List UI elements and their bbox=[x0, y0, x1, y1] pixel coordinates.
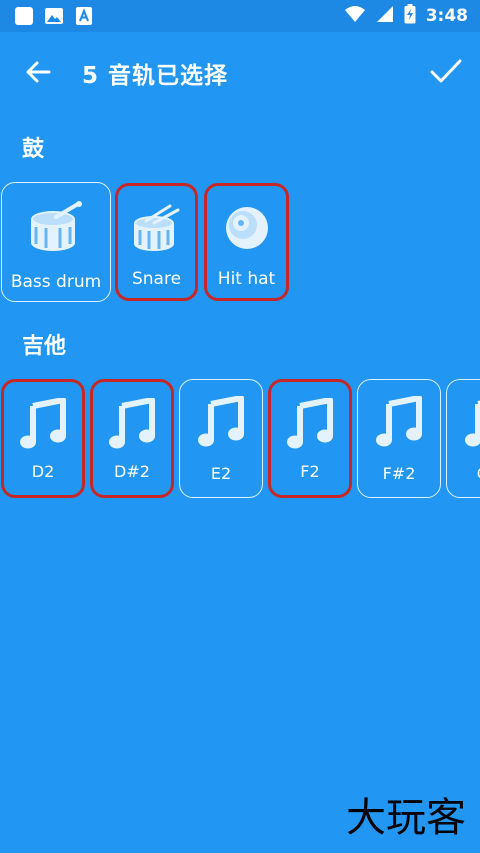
track-card-d2[interactable]: D2 bbox=[1, 379, 85, 498]
track-label: Hit hat bbox=[217, 269, 276, 289]
brand-watermark: 大玩客 bbox=[346, 795, 466, 841]
track-card-f-sharp-2[interactable]: F#2 bbox=[357, 379, 441, 498]
signal-icon bbox=[376, 5, 394, 27]
track-label: G2 bbox=[447, 464, 480, 483]
battery-charging-icon bbox=[404, 4, 416, 28]
system-icons: 3:48 bbox=[344, 4, 468, 28]
track-card-d-sharp-2[interactable]: D#2 bbox=[90, 379, 174, 498]
music-note-icon bbox=[465, 400, 480, 447]
app-bar: 5 音轨已选择 bbox=[0, 32, 480, 108]
track-label: E2 bbox=[210, 464, 232, 483]
music-note-icon bbox=[376, 396, 422, 447]
track-label: Bass drum bbox=[10, 272, 102, 292]
snare-icon bbox=[133, 204, 179, 251]
font-app-icon bbox=[74, 6, 94, 26]
section-title-guitar: 吉他 bbox=[22, 334, 67, 359]
music-note-icon bbox=[20, 398, 66, 449]
track-card-bass-drum[interactable]: Bass drum bbox=[1, 182, 111, 302]
music-note-icon bbox=[287, 398, 333, 449]
track-label: D#2 bbox=[114, 462, 150, 481]
wifi-icon bbox=[344, 5, 366, 27]
track-card-clip: G2 bbox=[446, 379, 480, 498]
track-label: F#2 bbox=[382, 464, 416, 483]
confirm-button[interactable] bbox=[426, 52, 466, 92]
drum-icon bbox=[31, 201, 82, 251]
track-label: D2 bbox=[31, 462, 55, 481]
track-card-hit-hat[interactable]: Hit hat bbox=[204, 183, 289, 301]
track-label: F2 bbox=[300, 462, 320, 481]
status-bar: 3:48 bbox=[0, 0, 480, 32]
hihat-icon bbox=[225, 207, 268, 249]
track-card-snare[interactable]: Snare bbox=[115, 183, 198, 301]
track-label: Snare bbox=[131, 269, 182, 289]
status-time: 3:48 bbox=[425, 6, 468, 26]
track-card-g2[interactable]: G2 bbox=[446, 379, 480, 498]
gallery-icon bbox=[44, 6, 64, 26]
section-title-drums: 鼓 bbox=[22, 137, 45, 162]
notification-icons bbox=[14, 6, 94, 26]
track-card-e2[interactable]: E2 bbox=[179, 379, 263, 498]
arrow-left-icon bbox=[26, 61, 51, 83]
track-card-f2[interactable]: F2 bbox=[268, 379, 352, 498]
page-title: 5 音轨已选择 bbox=[82, 63, 229, 89]
app-icon bbox=[14, 6, 34, 26]
music-note-icon bbox=[198, 396, 244, 447]
music-note-icon bbox=[109, 398, 155, 449]
back-button[interactable] bbox=[20, 54, 56, 90]
check-icon bbox=[430, 59, 462, 83]
